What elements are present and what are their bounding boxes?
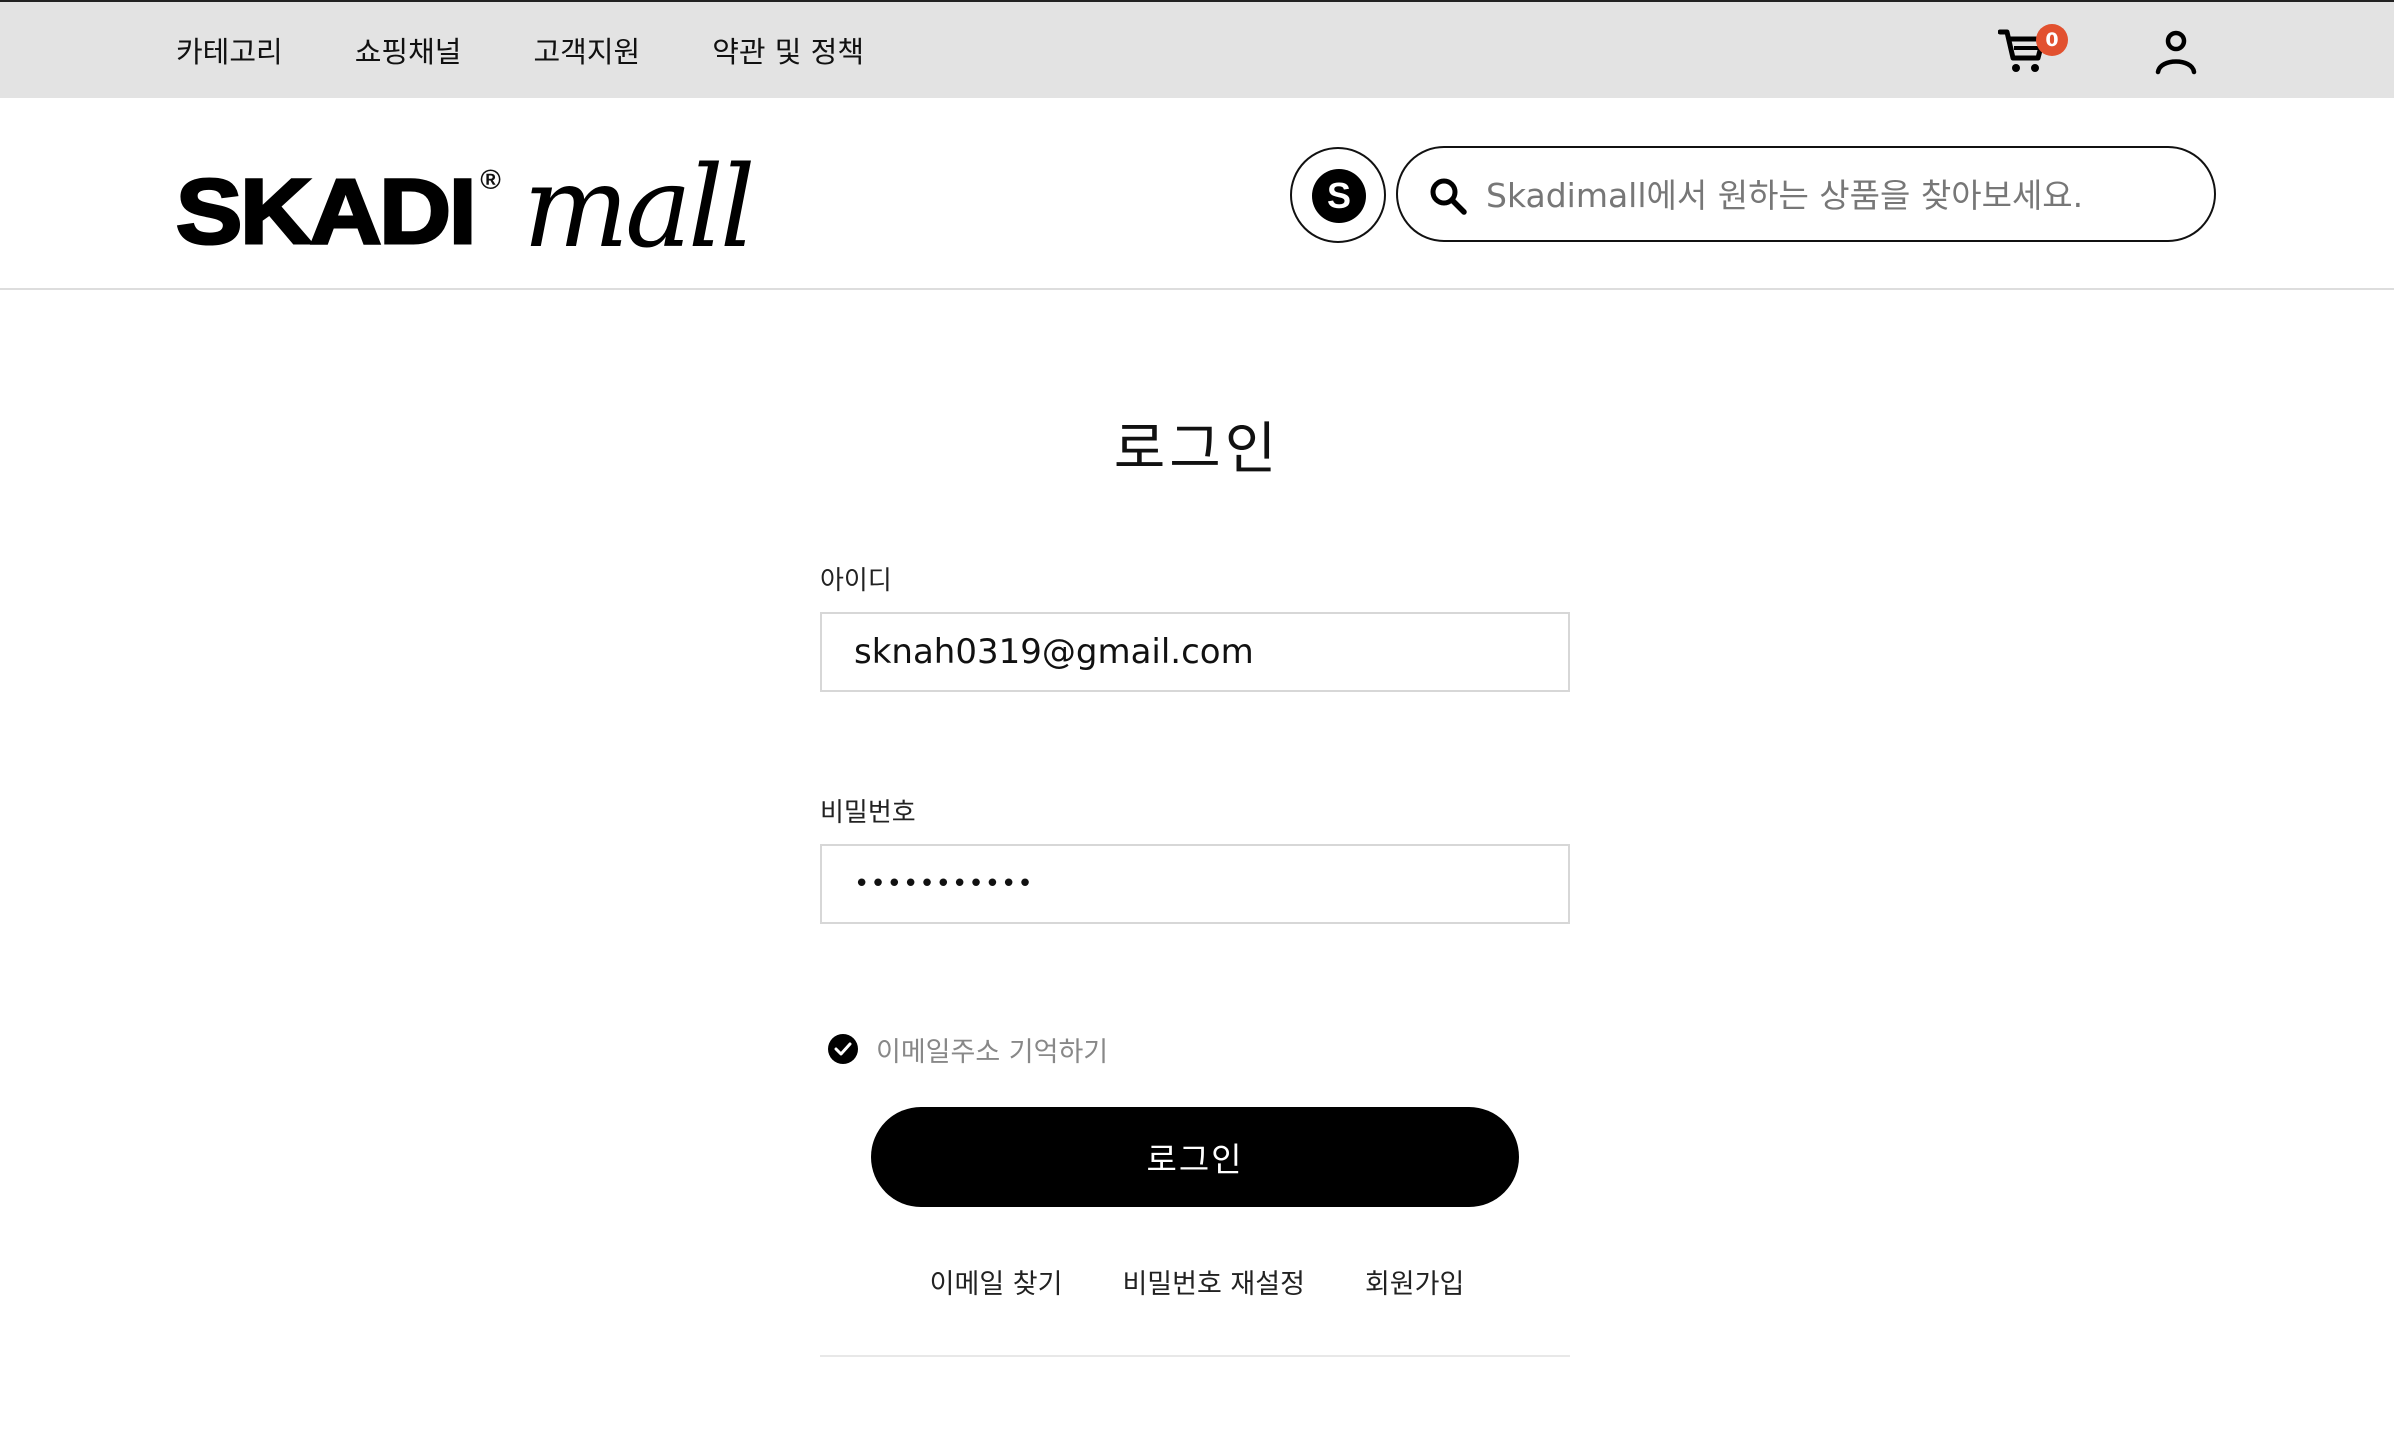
sign-up-link[interactable]: 회원가입 <box>1365 1262 1464 1301</box>
nav-terms-policy[interactable]: 약관 및 정책 <box>712 32 864 72</box>
nav-customer-support[interactable]: 고객지원 <box>533 32 640 72</box>
user-account-button[interactable] <box>2152 28 2200 76</box>
login-button[interactable]: 로그인 <box>871 1107 1519 1207</box>
skadi-mall-logo[interactable]: SKADI ® mall <box>174 138 756 273</box>
logo-brand-text: SKADI <box>174 161 478 263</box>
nav-category[interactable]: 카테고리 <box>176 32 283 72</box>
cart-count-badge: 0 <box>2036 24 2068 56</box>
search-icon <box>1430 178 1467 215</box>
id-field[interactable] <box>820 612 1570 692</box>
password-label: 비밀번호 <box>820 798 916 828</box>
user-icon <box>2155 30 2197 75</box>
account-links: 이메일 찾기 비밀번호 재설정 회원가입 <box>0 1262 2394 1301</box>
s-channel-button[interactable]: S <box>1290 147 1386 243</box>
id-label: 아이디 <box>820 566 892 596</box>
divider <box>820 1355 1570 1357</box>
remember-email-checkbox[interactable]: 이메일주소 기억하기 <box>828 1032 1109 1068</box>
s-logo-icon: S <box>1312 169 1366 223</box>
search-input[interactable] <box>1486 166 2186 224</box>
logo-registered-mark: ® <box>480 164 501 195</box>
check-icon <box>828 1034 858 1064</box>
logo-mall-text: mall <box>522 143 756 273</box>
reset-password-link[interactable]: 비밀번호 재설정 <box>1122 1262 1304 1301</box>
password-field[interactable] <box>820 844 1570 924</box>
nav-shopping-channel[interactable]: 쇼핑채널 <box>355 32 462 72</box>
search-bar[interactable] <box>1396 146 2216 242</box>
top-utility-bar: 카테고리 쇼핑채널 고객지원 약관 및 정책 0 <box>0 0 2394 98</box>
site-header: SKADI ® mall S <box>0 98 2394 290</box>
remember-email-label: 이메일주소 기억하기 <box>876 1036 1109 1068</box>
top-nav: 카테고리 쇼핑채널 고객지원 약관 및 정책 <box>176 32 936 72</box>
find-email-link[interactable]: 이메일 찾기 <box>930 1262 1063 1301</box>
page-title: 로그인 <box>1113 417 1281 482</box>
cart-button[interactable]: 0 <box>1998 22 2068 78</box>
